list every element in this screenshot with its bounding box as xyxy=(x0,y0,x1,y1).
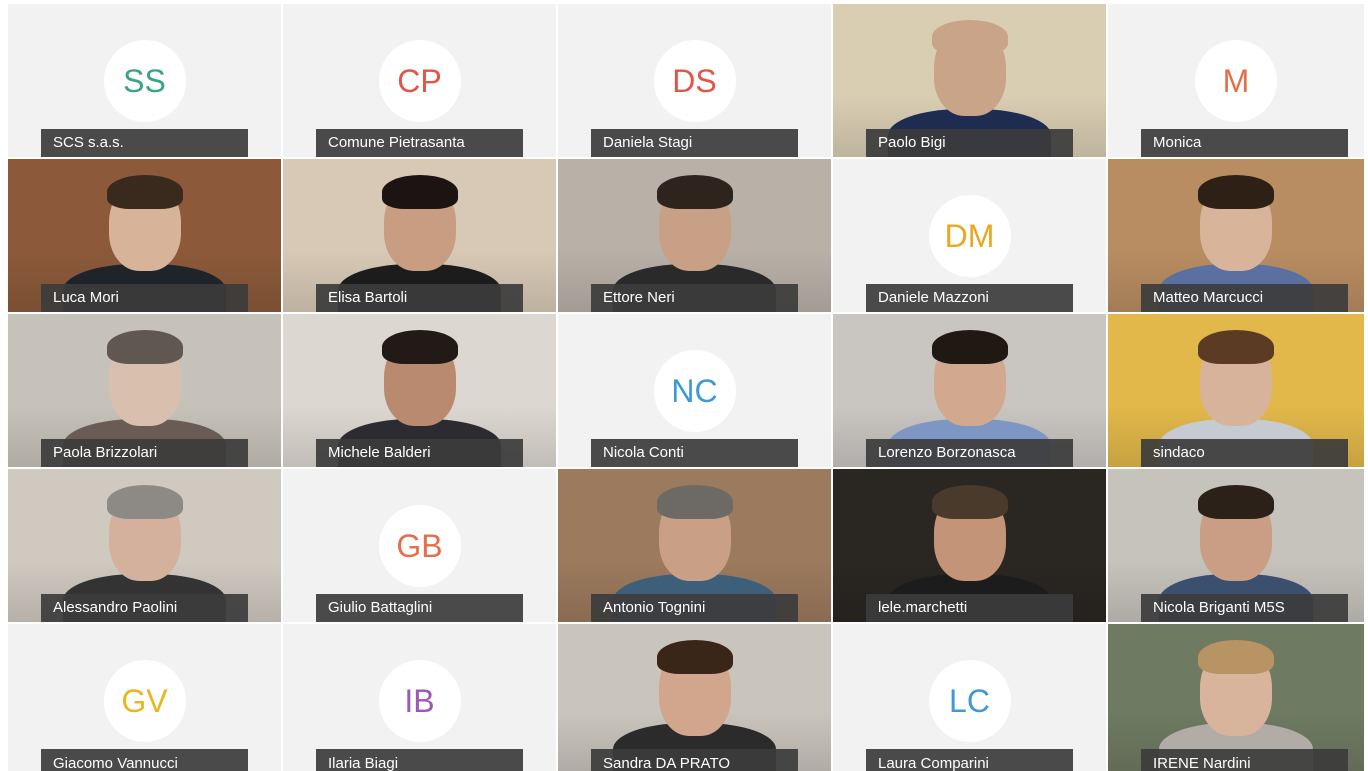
person-hair xyxy=(106,175,183,209)
participant-tile[interactable]: Sandra DA PRATO xyxy=(558,624,831,771)
participant-tile[interactable]: NC Nicola Conti xyxy=(558,314,831,467)
participant-name: Nicola Conti xyxy=(591,439,798,467)
participant-tile[interactable]: Paola Brizzolari xyxy=(8,314,281,467)
person-hair xyxy=(381,330,458,364)
participant-tile[interactable]: CP Comune Pietrasanta xyxy=(283,4,556,157)
person-hair xyxy=(1198,640,1274,674)
participant-tile[interactable]: GB Giulio Battaglini xyxy=(283,469,556,622)
participant-name: Luca Mori xyxy=(41,284,248,312)
initials-avatar: SS xyxy=(103,40,186,122)
initials-avatar: DM xyxy=(928,195,1011,277)
participant-tile[interactable]: sindaco xyxy=(1108,314,1364,467)
participant-tile[interactable]: Paolo Bigi xyxy=(833,4,1106,157)
participant-name: Elisa Bartoli xyxy=(316,284,523,312)
participant-name: lele.marchetti xyxy=(866,594,1073,622)
participant-name: Daniela Stagi xyxy=(591,129,798,157)
participant-name: Alessandro Paolini xyxy=(41,594,248,622)
participant-tile[interactable]: Luca Mori xyxy=(8,159,281,312)
person-hair xyxy=(106,330,183,364)
participant-name: IRENE Nardini xyxy=(1141,749,1348,771)
person-hair xyxy=(656,640,733,674)
participant-tile[interactable]: Nicola Briganti M5S xyxy=(1108,469,1364,622)
participant-tile[interactable]: LC Laura Comparini xyxy=(833,624,1106,771)
participant-tile[interactable]: SS SCS s.a.s. xyxy=(8,4,281,157)
person-hair xyxy=(931,20,1008,54)
participant-tile[interactable]: Elisa Bartoli xyxy=(283,159,556,312)
person-hair xyxy=(1198,330,1274,364)
person-hair xyxy=(1198,485,1274,519)
participant-tile[interactable]: lele.marchetti xyxy=(833,469,1106,622)
participant-name: Michele Balderi xyxy=(316,439,523,467)
participant-tile[interactable]: Ettore Neri xyxy=(558,159,831,312)
participant-tile[interactable]: DS Daniela Stagi xyxy=(558,4,831,157)
person-hair xyxy=(656,175,733,209)
participant-tile[interactable]: IB Ilaria Biagi xyxy=(283,624,556,771)
participant-name: Ilaria Biagi xyxy=(316,749,523,771)
participant-name: Monica xyxy=(1141,129,1348,157)
participant-name: Paolo Bigi xyxy=(866,129,1073,157)
person-hair xyxy=(1198,175,1274,209)
participant-name: Daniele Mazzoni xyxy=(866,284,1073,312)
initials-avatar: CP xyxy=(378,40,461,122)
initials-avatar: DS xyxy=(653,40,736,122)
initials-avatar: GB xyxy=(378,505,461,587)
person-hair xyxy=(931,485,1008,519)
participant-name: Matteo Marcucci xyxy=(1141,284,1348,312)
person-hair xyxy=(381,175,458,209)
participant-name: Comune Pietrasanta xyxy=(316,129,523,157)
participant-name: Laura Comparini xyxy=(866,749,1073,771)
initials-avatar: GV xyxy=(103,660,186,742)
initials-avatar: NC xyxy=(653,350,736,432)
participant-grid: SS SCS s.a.s. CP Comune Pietrasanta DS Daniel… xyxy=(8,4,1366,771)
participant-name: SCS s.a.s. xyxy=(41,129,248,157)
participant-name: Giacomo Vannucci xyxy=(41,749,248,771)
participant-tile[interactable]: Alessandro Paolini xyxy=(8,469,281,622)
person-hair xyxy=(106,485,183,519)
person-hair xyxy=(656,485,733,519)
participant-tile[interactable]: Lorenzo Borzonasca xyxy=(833,314,1106,467)
participant-name: Lorenzo Borzonasca xyxy=(866,439,1073,467)
initials-avatar: LC xyxy=(928,660,1011,742)
participant-name: Sandra DA PRATO xyxy=(591,749,798,771)
person-hair xyxy=(931,330,1008,364)
participant-tile[interactable]: DM Daniele Mazzoni xyxy=(833,159,1106,312)
participant-tile[interactable]: Michele Balderi xyxy=(283,314,556,467)
participant-tile[interactable]: Antonio Tognini xyxy=(558,469,831,622)
participant-tile[interactable]: Matteo Marcucci xyxy=(1108,159,1364,312)
participant-name: Ettore Neri xyxy=(591,284,798,312)
participant-name: Nicola Briganti M5S xyxy=(1141,594,1348,622)
participant-tile[interactable]: M Monica xyxy=(1108,4,1364,157)
participant-tile[interactable]: GV Giacomo Vannucci xyxy=(8,624,281,771)
participant-tile[interactable]: IRENE Nardini xyxy=(1108,624,1364,771)
participant-name: Giulio Battaglini xyxy=(316,594,523,622)
participant-name: Paola Brizzolari xyxy=(41,439,248,467)
initials-avatar: M xyxy=(1195,40,1277,122)
participant-name: Antonio Tognini xyxy=(591,594,798,622)
participant-name: sindaco xyxy=(1141,439,1348,467)
initials-avatar: IB xyxy=(378,660,461,742)
